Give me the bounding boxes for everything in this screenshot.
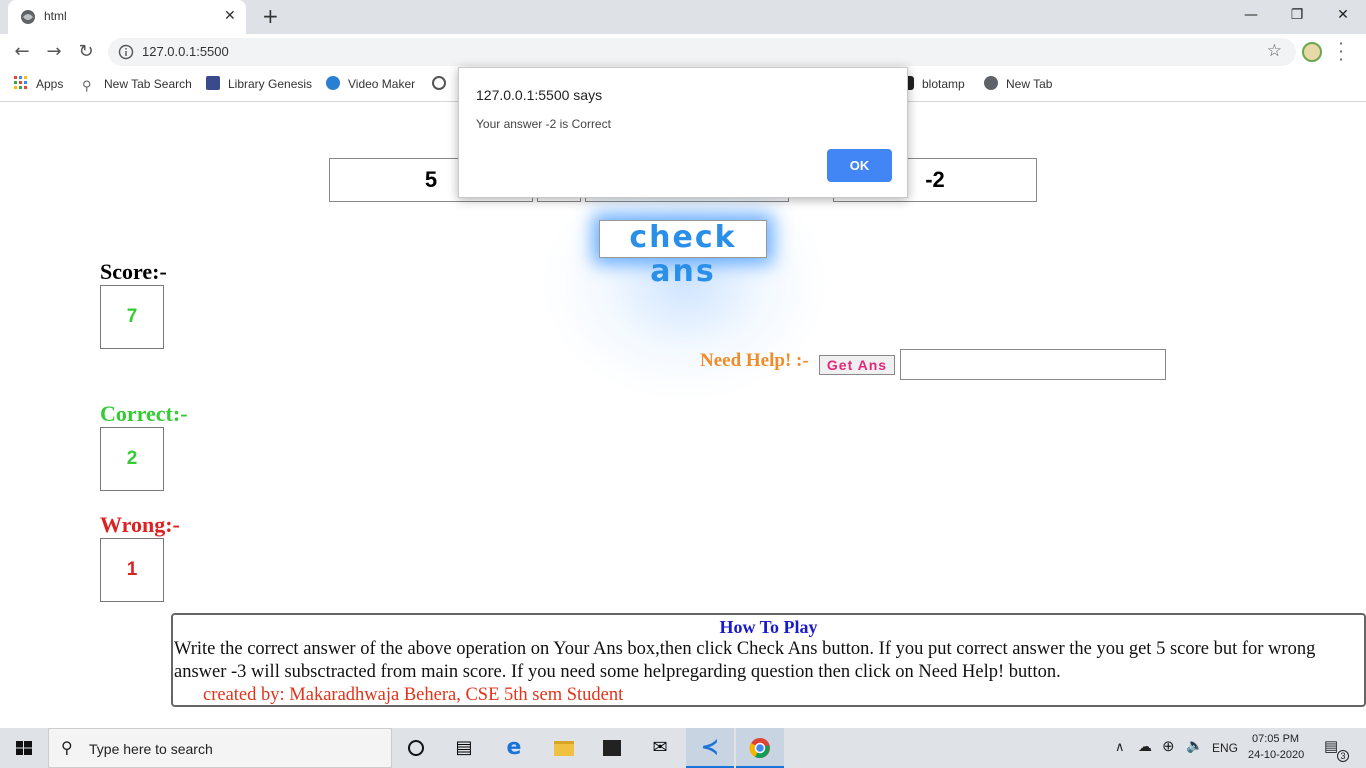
score-label: Score:- <box>100 259 167 284</box>
bookmark-video-maker[interactable]: Video Maker <box>326 76 415 96</box>
alert-message: Your answer -2 is Correct <box>476 117 611 131</box>
bookmark-hidden[interactable] <box>432 76 454 96</box>
cortana-icon[interactable] <box>392 728 440 768</box>
vscode-icon[interactable]: ≺ <box>686 728 734 768</box>
bookmark-star-icon[interactable]: ☆ <box>1267 41 1282 61</box>
browser-tab[interactable]: html ✕ <box>8 0 246 34</box>
globe-network-icon[interactable]: ⊕ <box>1162 737 1175 755</box>
info-icon[interactable] <box>118 44 134 60</box>
back-icon[interactable]: ← <box>10 41 34 65</box>
forward-icon[interactable]: → <box>42 41 66 65</box>
bookmark-apps[interactable]: Apps <box>14 76 63 96</box>
menu-icon[interactable]: · · · <box>1336 36 1346 68</box>
edge-icon[interactable]: e <box>490 728 538 768</box>
alert-title: 127.0.0.1:5500 says <box>476 87 603 103</box>
search-icon: ⚲ <box>61 738 73 757</box>
profile-avatar[interactable] <box>1302 42 1322 62</box>
address-bar[interactable]: 127.0.0.1:5500 ☆ <box>108 38 1296 66</box>
bookmark-new-tab[interactable]: New Tab <box>984 76 1052 96</box>
bookmark-label: New Tab <box>1006 77 1053 91</box>
search-placeholder: Type here to search <box>89 741 213 757</box>
bookmark-label: New Tab Search <box>104 77 192 91</box>
bookmark-new-tab-search[interactable]: ⚲ New Tab Search <box>82 76 192 96</box>
language-indicator[interactable]: ENG <box>1212 741 1238 755</box>
store-icon[interactable] <box>588 728 636 768</box>
clock-date[interactable]: 24-10-2020 <box>1248 749 1304 761</box>
chrome-icon[interactable] <box>736 728 784 768</box>
check-answer-button[interactable]: check ans <box>599 220 767 289</box>
browser-toolbar: ← → ↻ 127.0.0.1:5500 ☆ · · · <box>0 34 1366 70</box>
wrong-label: Wrong:- <box>100 512 180 537</box>
need-help-label: Need Help! :- <box>700 350 809 371</box>
get-answer-button[interactable]: Get Ans <box>819 355 895 375</box>
wrong-value: 1 <box>100 538 164 602</box>
minimize-icon[interactable]: — <box>1228 0 1274 30</box>
tab-strip: html ✕ + — ❐ ✕ <box>0 0 1366 34</box>
taskbar: ⚲ Type here to search ▤ e ✉ ≺ ∧ ☁ ⊕ 🔈 EN… <box>0 728 1366 768</box>
taskbar-search[interactable]: ⚲ Type here to search <box>48 728 392 768</box>
globe-icon <box>984 76 998 90</box>
help-answer-field[interactable] <box>900 349 1166 380</box>
aperture-icon <box>432 76 446 90</box>
bookmark-library-genesis[interactable]: Library Genesis <box>206 76 312 96</box>
ok-button[interactable]: OK <box>827 149 892 182</box>
url-text: 127.0.0.1:5500 <box>142 44 229 59</box>
mail-icon[interactable]: ✉ <box>636 728 684 768</box>
how-to-play-panel: How To Play Write the correct answer of … <box>171 613 1366 707</box>
alert-dialog: 127.0.0.1:5500 says Your answer -2 is Co… <box>458 67 908 198</box>
bookmark-label: Apps <box>36 77 64 91</box>
volume-icon[interactable]: 🔈 <box>1186 737 1203 754</box>
correct-label: Correct:- <box>100 401 188 426</box>
how-to-play-title: How To Play <box>719 617 818 637</box>
clock-time[interactable]: 07:05 PM <box>1252 733 1299 745</box>
score-value: 7 <box>100 285 164 349</box>
notification-count: 3 <box>1337 750 1349 762</box>
book-icon <box>206 76 220 90</box>
apps-grid-icon <box>14 76 27 89</box>
task-view-icon[interactable]: ▤ <box>440 728 488 768</box>
chrome-logo-icon <box>749 738 770 759</box>
close-window-icon[interactable]: ✕ <box>1320 0 1366 30</box>
tray-chevron-icon[interactable]: ∧ <box>1115 739 1125 755</box>
network-cloud-icon[interactable]: ☁ <box>1138 738 1152 755</box>
bookmark-blotamp[interactable]: blotamp <box>900 76 965 96</box>
windows-start-icon[interactable] <box>0 728 48 768</box>
notification-icon[interactable]: ▤ <box>1324 737 1338 755</box>
bookmark-label: blotamp <box>922 77 965 91</box>
how-to-play-text: Write the correct answer of the above op… <box>174 639 1316 682</box>
video-maker-icon <box>326 76 340 90</box>
tab-title: html <box>44 9 67 23</box>
file-explorer-icon[interactable] <box>540 728 588 768</box>
restore-icon[interactable]: ❐ <box>1274 0 1320 30</box>
bookmark-label: Video Maker <box>348 77 416 91</box>
globe-icon <box>21 10 35 24</box>
new-tab-icon[interactable]: + <box>262 4 279 28</box>
correct-value: 2 <box>100 427 164 491</box>
close-tab-icon[interactable]: ✕ <box>224 8 236 24</box>
search-icon: ⚲ <box>82 78 92 93</box>
bookmark-label: Library Genesis <box>228 77 313 91</box>
credit-text: created by: Makaradhwaja Behera, CSE 5th… <box>203 685 624 705</box>
reload-icon[interactable]: ↻ <box>74 41 98 65</box>
